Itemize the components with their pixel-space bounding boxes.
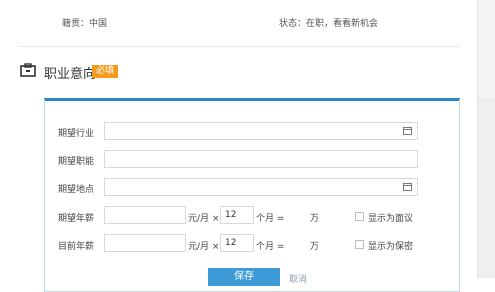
- months-suffix: 个月 =: [256, 242, 285, 252]
- expected-months-input[interactable]: 12: [220, 206, 254, 224]
- negotiable-label: 显示为面议: [368, 214, 414, 224]
- top-cut-info: 籍贯：中国 状态：在职，看看新机会: [0, 0, 470, 34]
- section-title: 职业意向: [44, 67, 97, 82]
- salary-unit: 元/月 ×: [188, 242, 220, 252]
- result-unit: 万: [310, 242, 320, 252]
- row-label-industry: 期望行业: [58, 129, 95, 139]
- divider: [18, 46, 460, 47]
- row-label-current-salary: 目前年薪: [58, 242, 95, 252]
- row-label-function: 期望职能: [58, 157, 95, 167]
- months-suffix: 个月 =: [256, 214, 285, 224]
- picker-icon[interactable]: [403, 183, 412, 191]
- negotiable-checkbox[interactable]: [355, 212, 364, 221]
- result-unit: 万: [310, 214, 320, 224]
- current-months-input[interactable]: 12: [220, 234, 254, 252]
- cancel-button[interactable]: 取消: [289, 272, 307, 285]
- row-label-location: 期望地点: [58, 185, 95, 195]
- expected-salary-input[interactable]: [104, 206, 186, 224]
- required-badge: 必填: [92, 65, 119, 78]
- picker-icon[interactable]: [403, 127, 412, 135]
- salary-unit: 元/月 ×: [188, 214, 220, 224]
- row-label-expected-salary: 期望年薪: [58, 214, 95, 224]
- status-text: 状态：在职，看看新机会: [279, 19, 379, 29]
- save-button[interactable]: 保存: [208, 268, 280, 286]
- location-select[interactable]: [104, 178, 418, 196]
- hometown-text: 籍贯：中国: [62, 19, 108, 29]
- function-input[interactable]: [104, 150, 418, 168]
- confidential-label: 显示为保密: [368, 242, 414, 252]
- right-side-panel: [478, 98, 495, 278]
- current-salary-input[interactable]: [104, 234, 186, 252]
- briefcase-icon: [20, 63, 36, 77]
- industry-select[interactable]: [104, 122, 418, 140]
- confidential-checkbox[interactable]: [355, 240, 364, 249]
